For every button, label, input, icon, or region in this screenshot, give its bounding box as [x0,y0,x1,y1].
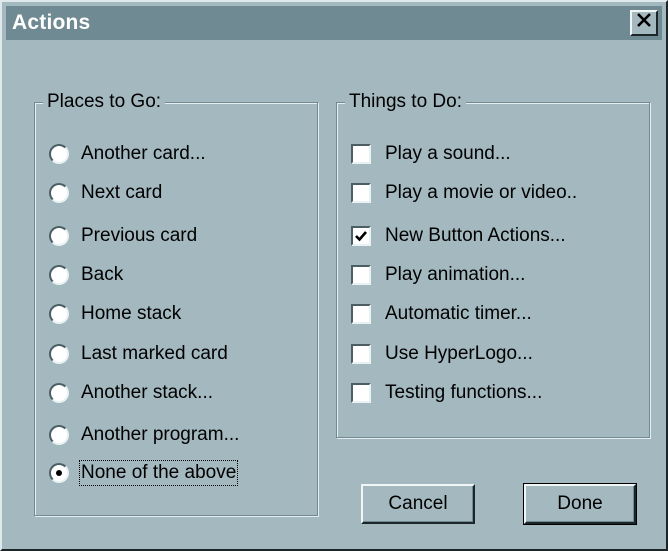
check-play-sound[interactable]: Play a sound... [351,140,511,168]
checkbox[interactable] [351,344,371,364]
cancel-button[interactable]: Cancel [361,484,475,524]
radio-button[interactable] [49,383,69,403]
radio-label: Last marked card [81,343,228,364]
radio-label: None of the above [78,460,239,486]
radio-label: Previous card [81,225,198,246]
checkmark-icon [355,231,367,242]
checkbox[interactable] [351,304,371,324]
radio-another-card[interactable]: Another card... [49,140,206,168]
radio-button[interactable] [49,183,69,203]
checkbox[interactable] [351,383,371,403]
checkbox-label: Play animation... [385,264,526,285]
title-bar[interactable]: Actions [6,6,662,40]
checkbox-label: New Button Actions... [385,225,566,246]
done-button[interactable]: Done [523,483,637,525]
radio-button[interactable] [49,425,69,445]
radio-next-card[interactable]: Next card [49,179,162,207]
radio-button[interactable] [49,226,69,246]
radio-previous-card[interactable]: Previous card [49,222,197,250]
radio-home-stack[interactable]: Home stack [49,300,181,328]
radio-label: Another stack... [81,382,214,403]
checkbox-label: Testing functions... [385,382,543,403]
checkbox[interactable] [351,265,371,285]
radio-another-program[interactable]: Another program... [49,421,239,449]
close-icon [636,13,652,33]
checkbox[interactable] [351,144,371,164]
radio-label: Home stack [81,303,182,324]
radio-last-marked-card[interactable]: Last marked card [49,340,228,368]
checkbox-label: Use HyperLogo... [385,343,533,364]
checkbox-label: Play a movie or video.. [385,182,578,203]
radio-label: Another program... [81,424,240,445]
radio-button[interactable] [49,344,69,364]
places-legend: Places to Go: [43,91,166,113]
checkbox-checked[interactable] [351,226,371,246]
radio-another-stack[interactable]: Another stack... [49,379,213,407]
radio-back[interactable]: Back [49,261,123,289]
things-group: Things to Do: Play a sound... Play a mov… [336,91,650,438]
radio-label: Another card... [81,143,206,164]
radio-none-of-the-above[interactable]: None of the above [49,459,239,487]
check-play-movie[interactable]: Play a movie or video.. [351,179,577,207]
radio-button-selected[interactable] [49,463,69,483]
check-use-hyperlogo[interactable]: Use HyperLogo... [351,340,533,368]
things-legend: Things to Do: [345,91,466,113]
radio-button[interactable] [49,304,69,324]
dialog-title: Actions [12,11,91,34]
checkbox-label: Automatic timer... [385,303,532,324]
places-group: Places to Go: Another card... Next card … [34,91,318,516]
check-automatic-timer[interactable]: Automatic timer... [351,300,532,328]
radio-label: Back [81,264,124,285]
checkbox[interactable] [351,183,371,203]
radio-label: Next card [81,182,163,203]
checkbox-label: Play a sound... [385,143,511,164]
check-new-button-actions[interactable]: New Button Actions... [351,222,566,250]
check-testing-functions[interactable]: Testing functions... [351,379,542,407]
check-play-animation[interactable]: Play animation... [351,261,525,289]
actions-dialog: Actions Places to Go: Another card... Ne… [0,0,668,551]
close-button[interactable] [630,10,658,36]
radio-button[interactable] [49,265,69,285]
radio-button[interactable] [49,144,69,164]
